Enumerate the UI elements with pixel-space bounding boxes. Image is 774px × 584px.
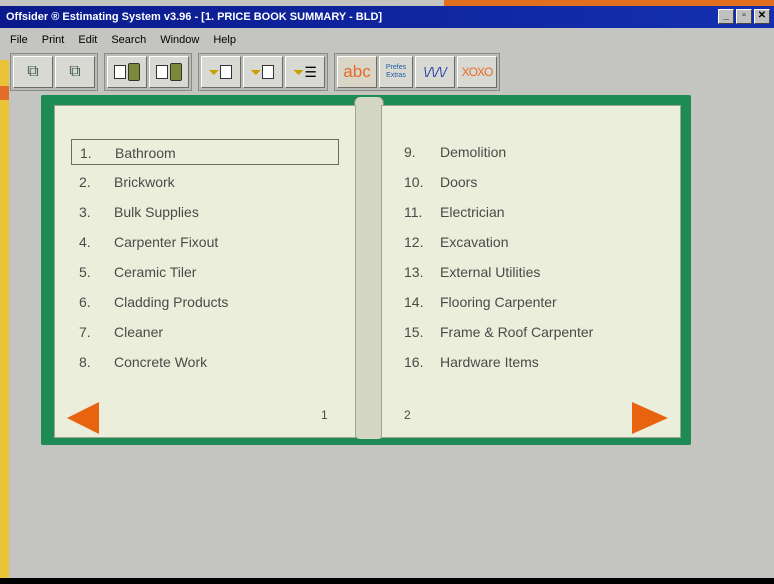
- toolbar-group-docs: [104, 53, 192, 91]
- item-number: 15.: [404, 324, 424, 340]
- item-label: Bathroom: [115, 145, 176, 161]
- item-number: 11.: [404, 204, 423, 220]
- filter-button[interactable]: ⏷: [201, 56, 241, 88]
- filter-list-button[interactable]: ⏷: [243, 56, 283, 88]
- item-label: Frame & Roof Carpenter: [440, 324, 594, 340]
- document-icon: [156, 65, 168, 79]
- item-label: Concrete Work: [114, 354, 208, 370]
- menu-window[interactable]: Window: [160, 30, 199, 50]
- document-icon: [261, 65, 274, 79]
- item-number: 13.: [404, 264, 424, 280]
- menu-help[interactable]: Help: [213, 30, 236, 50]
- menu-print[interactable]: Print: [42, 30, 65, 50]
- item-number: 16.: [404, 354, 424, 370]
- item-number: 2.: [79, 174, 91, 190]
- copy-item-button[interactable]: ⧉: [55, 56, 95, 88]
- item-number: 9.: [404, 144, 416, 160]
- item-label: Bulk Supplies: [114, 204, 199, 220]
- price-book: 1. Bathroom 2. Brickwork 3. Bulk Supplie…: [41, 95, 691, 445]
- book-icon: [128, 63, 140, 81]
- item-label: Cladding Products: [114, 294, 229, 310]
- item-number: 3.: [79, 204, 91, 220]
- decorative-edge: [0, 60, 9, 584]
- open-book-button[interactable]: [107, 56, 147, 88]
- item-label: Doors: [440, 174, 478, 190]
- page-number: 2: [404, 408, 411, 422]
- item-number: 10.: [404, 174, 424, 190]
- bottom-border: [0, 578, 774, 584]
- restore-button[interactable]: ▫: [736, 9, 752, 24]
- item-label: Carpenter Fixout: [114, 234, 219, 250]
- item-label: Flooring Carpenter: [440, 294, 557, 310]
- item-label: Brickwork: [114, 174, 175, 190]
- signature-button[interactable]: \/\/\/: [415, 56, 455, 88]
- page-number: 1: [321, 408, 328, 422]
- menu-bar: File Print Edit Search Window Help: [0, 30, 774, 50]
- funnel-icon: ⏷: [250, 63, 262, 80]
- spell-check-button[interactable]: abc: [337, 56, 377, 88]
- item-number: 14.: [404, 294, 424, 310]
- item-label: Ceramic Tiler: [114, 264, 197, 280]
- close-button[interactable]: ✕: [754, 9, 770, 24]
- item-number: 4.: [79, 234, 91, 250]
- xoxo-button[interactable]: XOXO: [457, 56, 497, 88]
- toolbar-group-filter: ⏷ ⏷ ⏷ ☰: [198, 53, 328, 91]
- book-icon: [170, 63, 182, 81]
- item-label: Cleaner: [114, 324, 164, 340]
- menu-file[interactable]: File: [10, 30, 28, 50]
- list-item[interactable]: 1. Bathroom: [71, 139, 339, 165]
- minimize-button[interactable]: _: [718, 9, 734, 24]
- item-number: 1.: [80, 145, 92, 161]
- item-label: Electrician: [440, 204, 505, 220]
- document-icon: [114, 65, 126, 79]
- menu-search[interactable]: Search: [111, 30, 146, 50]
- previous-page-arrow-icon[interactable]: [67, 402, 99, 434]
- list-icon: ☰: [304, 63, 317, 80]
- title-bar: Offsider ® Estimating System v3.96 - [1.…: [0, 6, 774, 28]
- prefs-extras-button[interactable]: Prefes Extras: [379, 56, 413, 88]
- right-page: 9. Demolition 10. Doors 11. Electrician …: [381, 105, 681, 438]
- document-icon: [219, 65, 232, 79]
- toolbar-group-tools: abc Prefes Extras \/\/\/ XOXO: [334, 53, 500, 91]
- toolbar-group-copy: ⧉ ⧉: [10, 53, 98, 91]
- copy-icon: ⧉: [69, 63, 81, 80]
- window-title: Offsider ® Estimating System v3.96 - [1.…: [6, 11, 383, 23]
- open-summary-button[interactable]: [149, 56, 189, 88]
- item-number: 5.: [79, 264, 91, 280]
- next-page-arrow-icon[interactable]: [632, 402, 668, 434]
- book-spine: [354, 97, 384, 439]
- filter-columns-button[interactable]: ⏷ ☰: [285, 56, 325, 88]
- copy-book-button[interactable]: ⧉: [13, 56, 53, 88]
- item-label: External Utilities: [440, 264, 541, 280]
- funnel-icon: ⏷: [208, 63, 220, 80]
- menu-edit[interactable]: Edit: [78, 30, 97, 50]
- item-number: 7.: [79, 324, 91, 340]
- decorative-edge-mark: [0, 86, 9, 100]
- funnel-icon: ⏷: [293, 63, 305, 80]
- item-label: Excavation: [440, 234, 509, 250]
- item-label: Hardware Items: [440, 354, 539, 370]
- item-number: 8.: [79, 354, 91, 370]
- left-page: 1. Bathroom 2. Brickwork 3. Bulk Supplie…: [54, 105, 356, 438]
- toolbar: ⧉ ⧉ ⏷ ⏷ ⏷ ☰ abc Prefes Extras \/\/\/ XOXO: [10, 53, 500, 91]
- item-number: 6.: [79, 294, 91, 310]
- item-label: Demolition: [440, 144, 507, 160]
- application-window: Offsider ® Estimating System v3.96 - [1.…: [0, 0, 774, 584]
- copy-icon: ⧉: [27, 63, 39, 80]
- item-number: 12.: [404, 234, 424, 250]
